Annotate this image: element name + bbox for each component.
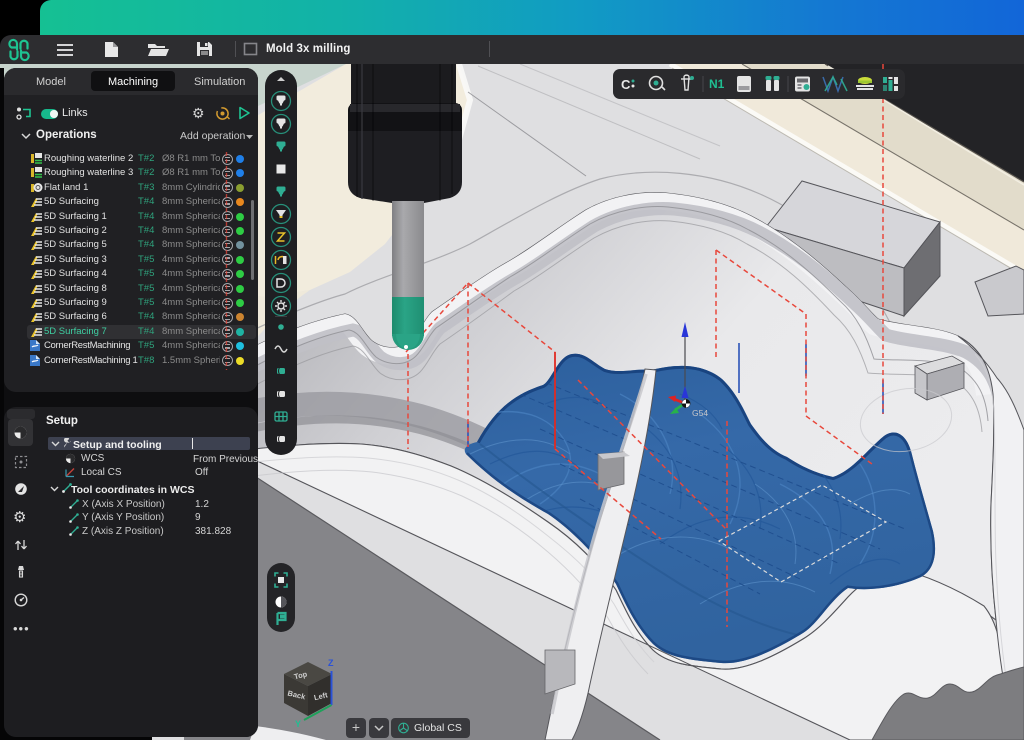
svg-text:N1: N1: [709, 77, 725, 91]
svg-text:C: C: [621, 77, 631, 92]
svg-text:G54: G54: [692, 408, 708, 418]
svg-text:Y: Y: [295, 719, 301, 729]
svg-text:Z: Z: [328, 658, 334, 668]
